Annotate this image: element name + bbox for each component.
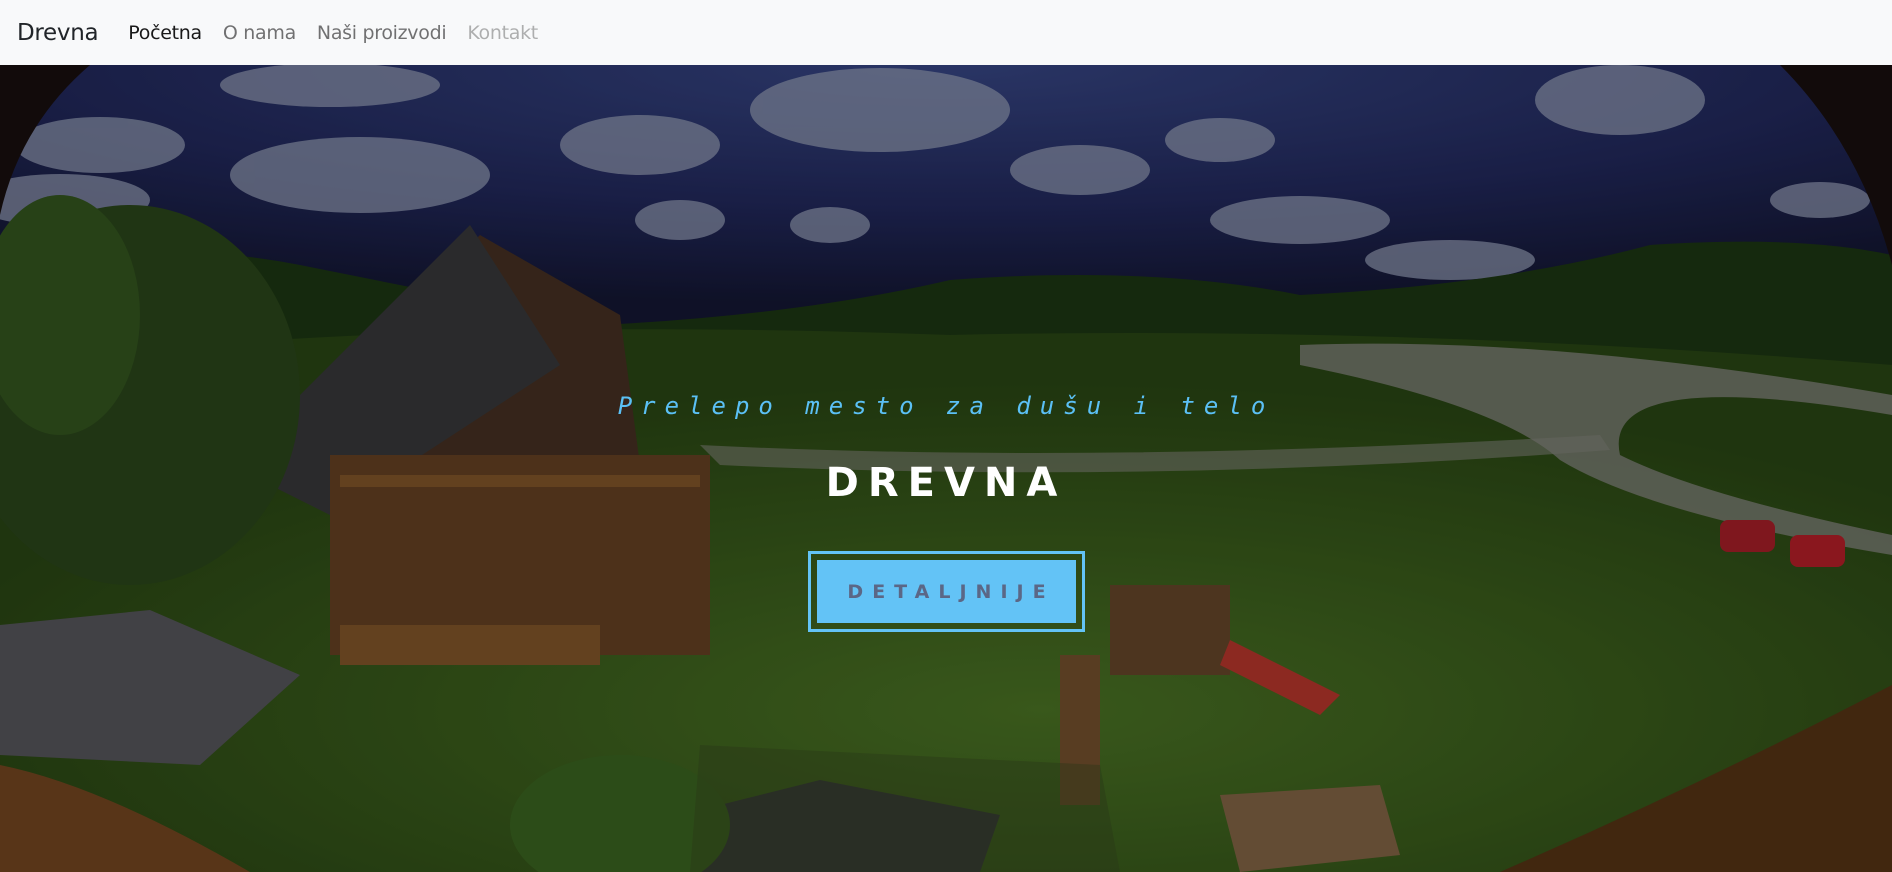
hero-title: DREVNA bbox=[825, 460, 1067, 506]
navbar: Drevna Početna O nama Naši proizvodi Kon… bbox=[0, 0, 1892, 65]
nav-link-pocetna[interactable]: Početna bbox=[128, 22, 202, 44]
details-button[interactable]: DETALJNIJE bbox=[808, 551, 1085, 632]
nav-link-kontakt: Kontakt bbox=[467, 21, 538, 44]
nav-link-nasi-proizvodi[interactable]: Naši proizvodi bbox=[317, 22, 447, 44]
hero-section: Prelepo mesto za dušu i telo DREVNA DETA… bbox=[0, 65, 1892, 872]
hero-tagline: Prelepo mesto za dušu i telo bbox=[617, 392, 1275, 420]
brand-logo[interactable]: Drevna bbox=[17, 20, 99, 46]
details-button-label: DETALJNIJE bbox=[817, 560, 1076, 623]
nav-link-o-nama[interactable]: O nama bbox=[223, 22, 296, 44]
